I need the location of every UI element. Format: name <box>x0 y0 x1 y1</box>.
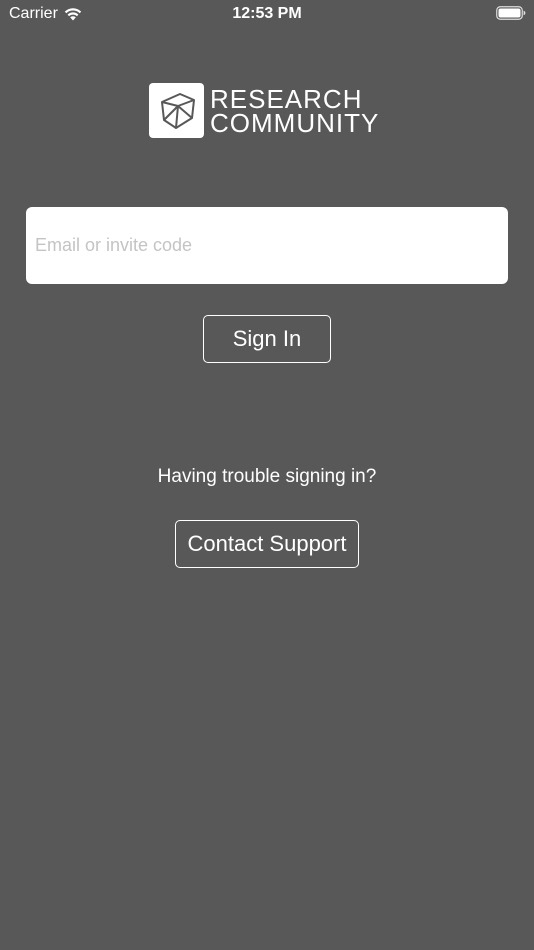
logo-wordmark: RESEARCH COMMUNITY <box>210 83 380 138</box>
status-bar: Carrier 12:53 PM <box>0 0 534 28</box>
battery-icon <box>496 6 526 20</box>
polyhedron-logo-icon <box>149 83 204 138</box>
trouble-signing-in-text: Having trouble signing in? <box>157 466 377 487</box>
logo-line-research: RESEARCH <box>210 83 363 114</box>
sign-in-button[interactable]: Sign In <box>203 315 331 363</box>
email-field[interactable] <box>26 207 508 284</box>
logo-line-community: COMMUNITY <box>210 107 380 138</box>
research-community-logo: RESEARCH COMMUNITY <box>149 83 379 138</box>
contact-support-button[interactable]: Contact Support <box>175 520 359 568</box>
status-time: 12:53 PM <box>232 5 302 22</box>
